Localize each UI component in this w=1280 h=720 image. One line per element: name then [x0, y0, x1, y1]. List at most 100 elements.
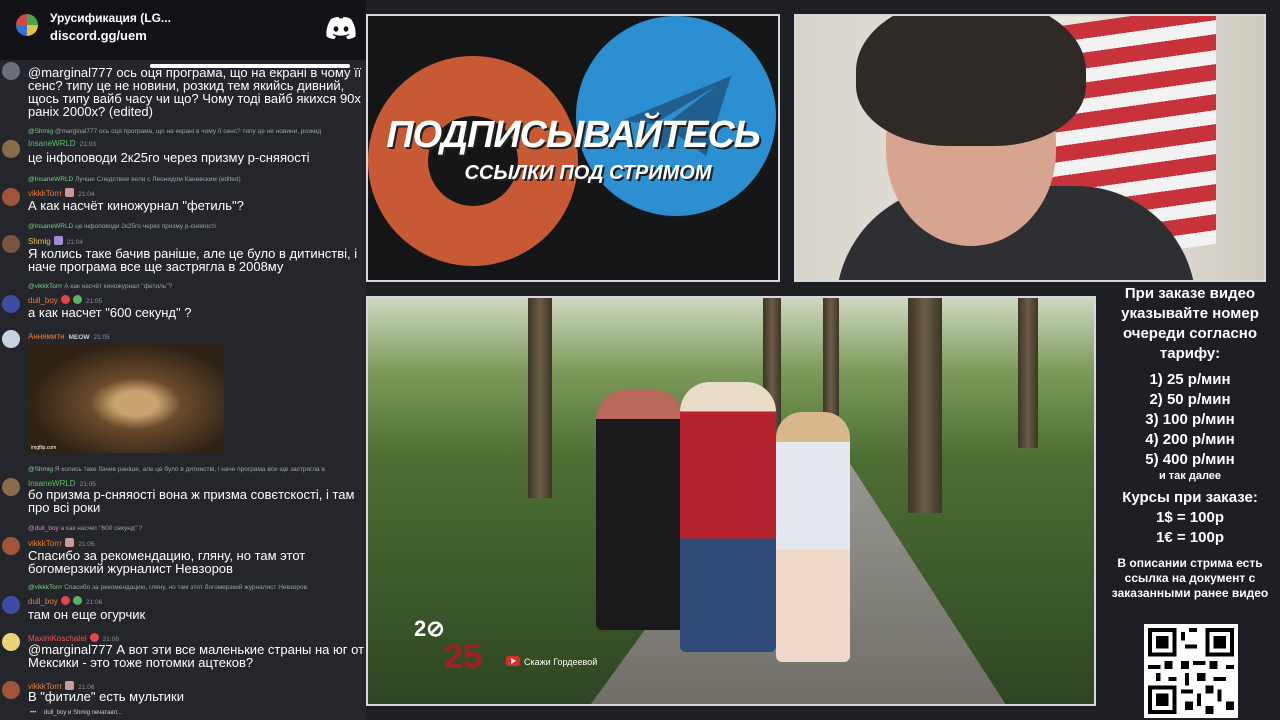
timestamp: 21:05 [93, 334, 110, 341]
youtube-icon [506, 656, 520, 666]
gif-image [28, 343, 224, 453]
timestamp: 21:04 [66, 239, 83, 246]
username[interactable]: vikkkTorrr [28, 189, 62, 198]
reply-preview[interactable]: @dull_boy а как насчет "600 секунд" ? [28, 525, 363, 532]
message-text: @marginal777 ось оця програма, що на екр… [28, 65, 362, 119]
typing-dots-icon: ••• [30, 710, 37, 716]
gif-watermark: imgflip.com [31, 445, 57, 451]
reply-author: @InsaneWRLD [28, 223, 74, 230]
tier-and-more: и так далее [1158, 470, 1222, 482]
message-text: Я колись таке бачив раніше, але це було … [28, 246, 358, 274]
reply-author: @Shmig [28, 466, 54, 473]
discord-icon[interactable] [326, 17, 356, 39]
typing-text: dull_boy и Shmig печатают... [44, 710, 122, 716]
tier-item: 2) 50 р/мин [1149, 391, 1231, 408]
reply-preview[interactable]: @Shmig @marginal777 ось оця програма, що… [28, 128, 363, 135]
avatar[interactable] [2, 140, 20, 158]
avatar[interactable] [2, 478, 20, 496]
tree-trunk [908, 298, 942, 513]
reply-author: @vikkkTorrr [28, 584, 63, 591]
rates-title: Курсы при заказе: [1122, 489, 1258, 506]
pagination-bar [150, 64, 350, 68]
reply-author: @InsaneWRLD [28, 176, 74, 183]
server-invite-link[interactable]: discord.gg/uem [50, 28, 147, 43]
tier-item: 3) 100 р/мин [1145, 411, 1235, 428]
qr-pattern [1148, 628, 1234, 714]
avatar[interactable] [2, 188, 20, 206]
reply-author: @dull_boy [28, 525, 59, 532]
message-meta: InsaneWRLD 21:03 [28, 139, 96, 148]
username[interactable]: dull_boy [28, 597, 58, 606]
message-text: це інфоповоди 2к25го через призму р-сняя… [28, 150, 310, 165]
avatar[interactable] [2, 330, 20, 348]
reply-preview[interactable]: @InsaneWRLD це інфоповоди 2к25го через п… [28, 223, 363, 230]
qr-code[interactable] [1144, 624, 1238, 718]
avatar[interactable] [2, 537, 20, 555]
reply-text: це інфоповоди 2к25го через призму р-сняя… [75, 223, 216, 230]
avatar[interactable] [2, 633, 20, 651]
reply-preview[interactable]: @vikkkTorrr Спасибо за рекомендацию, гля… [28, 584, 363, 591]
person-in-black [596, 390, 684, 630]
avatar[interactable] [2, 235, 20, 253]
channel-watermark: Скажи Гордеевой [506, 656, 597, 667]
rate-item: 1€ = 100р [1156, 529, 1224, 546]
reply-preview[interactable]: @Shmig Я колись таке бачив раніше, але ц… [28, 466, 363, 473]
role-badge-icon [65, 538, 75, 547]
username[interactable]: InsaneWRLD [28, 139, 76, 148]
reply-preview[interactable]: @vikkkTorrr А как насчёт киножурнал "фет… [28, 283, 363, 290]
pricing-info: При заказе видео указывайте номер очеред… [1100, 284, 1280, 720]
message-text: В "фитиле" есть мультики [28, 689, 184, 704]
discord-chat-overlay: @marginal777 ось оця програма, що на екр… [0, 0, 366, 720]
rate-item: 1$ = 100р [1156, 509, 1224, 526]
message-text: а как насчет "600 секунд" ? [28, 305, 192, 320]
role-badge-icon [53, 236, 63, 245]
reply-text: @marginal777 ось оця програма, що на екр… [54, 128, 322, 135]
description-note: В описании стрима есть ссылка на докумен… [1111, 556, 1269, 600]
role-badge-icon [72, 596, 82, 605]
message-meta: vikkkTorrr 21:05 [28, 538, 95, 548]
timestamp: 21:03 [79, 141, 96, 148]
message-text: бо призма р-сняяості вона ж призма совєт… [28, 487, 355, 515]
tree-trunk [528, 298, 552, 498]
message-meta: Аннямитн MEOW 21:05 [28, 332, 110, 341]
role-badge-icon [65, 188, 75, 197]
reply-author: @vikkkTorrr [28, 283, 63, 290]
server-header[interactable]: Урусификация (LG... discord.gg/uem [0, 0, 366, 68]
avatar[interactable] [2, 596, 20, 614]
timestamp: 21:05 [85, 298, 103, 305]
username[interactable]: Аннямитн [28, 332, 65, 341]
avatar [2, 62, 20, 80]
reply-preview[interactable]: @InsaneWRLD Лучше Следствие вели с Леони… [28, 176, 363, 183]
gif-attachment[interactable]: imgflip.com [28, 343, 224, 453]
message-text: @marginal777 А вот эти все маленькие стр… [28, 642, 364, 670]
username[interactable]: Shmig [28, 237, 51, 246]
avatar[interactable] [2, 295, 20, 313]
tier-list: 1) 25 р/мин 2) 50 р/мин 3) 100 р/мин 4) … [1100, 370, 1280, 482]
avatar[interactable] [2, 681, 20, 699]
banner-title: ПОДПИСЫВАЙТЕСЬ [386, 114, 761, 156]
server-icon[interactable] [16, 14, 38, 36]
pricing-title: При заказе видео указывайте номер очеред… [1121, 285, 1259, 362]
streamer-hair [856, 16, 1086, 146]
reply-text: А как насчёт киножурнал "фетиль"? [64, 283, 173, 290]
message-text: Спасибо за рекомендацию, гляну, но там э… [28, 548, 306, 576]
reply-author: @Shmig [28, 128, 54, 135]
username[interactable]: dull_boy [28, 296, 58, 305]
username[interactable]: vikkkTorrr [28, 539, 62, 548]
reply-text: Лучше Следствие вели с Леонидом Каневски… [75, 176, 241, 183]
tree-trunk [1018, 298, 1038, 448]
girl-in-white [776, 412, 850, 662]
role-badge-icon [60, 295, 70, 304]
message-text: А как насчёт киножурнал "фетиль"? [28, 198, 244, 213]
tier-item: 4) 200 р/мин [1145, 431, 1235, 448]
video-player[interactable]: 2⊘ 25 Скажи Гордеевой [366, 296, 1096, 706]
server-name: Урусификация (LG... [50, 11, 171, 25]
timestamp: 21:06 [85, 599, 103, 606]
message-meta: dull_boy 21:05 [28, 295, 102, 305]
user-tag: MEOW [68, 334, 90, 341]
reply-text: Я колись таке бачив раніше, але це було … [54, 466, 325, 473]
tier-item: 5) 400 р/мин [1145, 451, 1235, 468]
message-meta: dull_boy 21:06 [28, 596, 102, 606]
reply-text: а как насчет "600 секунд" ? [60, 525, 143, 532]
timestamp: 21:04 [78, 191, 95, 198]
